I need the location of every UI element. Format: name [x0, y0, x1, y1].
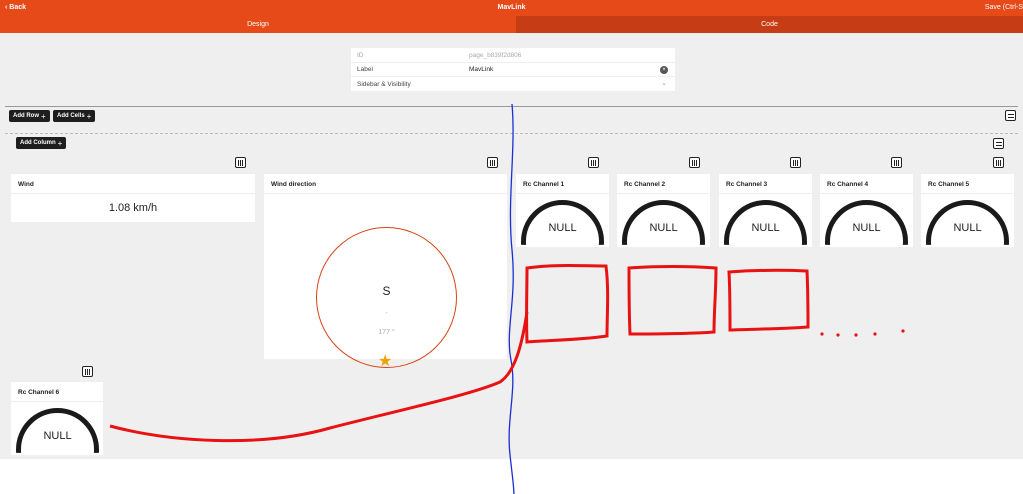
rc-channel-3-widget[interactable]: Rc Channel 3 NULL [719, 174, 812, 247]
direction-degrees: 177 ° [378, 329, 395, 336]
add-cells-label: Add Cells [57, 113, 85, 119]
rows-icon[interactable] [993, 138, 1004, 149]
column-divider [5, 133, 1018, 134]
property-sidebar-row[interactable]: Sidebar & Visibility ⌄ [351, 77, 675, 92]
columns-icon[interactable] [891, 157, 902, 168]
tab-code[interactable]: Code [516, 16, 1023, 33]
add-column-label: Add Column [20, 140, 56, 146]
widget-title: Wind direction [271, 181, 317, 188]
property-label-row: Label MavLink × [351, 63, 675, 78]
rows-icon[interactable] [1005, 110, 1016, 121]
plus-icon: + [41, 111, 46, 121]
columns-icon[interactable] [82, 366, 93, 377]
columns-icon[interactable] [235, 157, 246, 168]
rc-channel-6-widget[interactable]: Rc Channel 6 NULL [11, 382, 103, 455]
columns-icon[interactable] [588, 157, 599, 168]
wind-value: 1.08 km/h [108, 202, 158, 214]
gauge: NULL [825, 200, 908, 245]
widget-divider [617, 193, 710, 194]
chevron-down-icon[interactable]: ⌄ [661, 79, 667, 87]
columns-icon[interactable] [689, 157, 700, 168]
label-label: Label [357, 66, 373, 74]
page-properties-panel: ID page_b839f2d806 Label MavLink × Sideb… [351, 48, 675, 92]
property-id-row: ID page_b839f2d806 [351, 48, 675, 63]
widget-title: Rc Channel 6 [18, 389, 60, 396]
label-field[interactable]: MavLink [469, 66, 493, 73]
gauge-value: NULL [548, 222, 577, 234]
direction-text: S [382, 284, 391, 298]
gauge: NULL [521, 200, 604, 245]
widget-divider [11, 193, 255, 194]
plus-icon: + [57, 138, 63, 148]
rc-channel-5-widget[interactable]: Rc Channel 5 NULL [921, 174, 1014, 247]
gauge-value: NULL [649, 222, 678, 234]
page-title: MavLink [497, 4, 526, 11]
rc-channel-1-widget[interactable]: Rc Channel 1 NULL [516, 174, 609, 247]
plus-icon: + [86, 111, 92, 121]
tab-design[interactable]: Design [0, 16, 516, 33]
widget-title: Rc Channel 3 [726, 181, 768, 188]
columns-icon[interactable] [993, 157, 1004, 168]
gauge-value: NULL [43, 430, 72, 442]
columns-icon[interactable] [790, 157, 801, 168]
rc-channel-2-widget[interactable]: Rc Channel 2 NULL [617, 174, 710, 247]
gauge-value: NULL [852, 222, 881, 234]
gauge: NULL [926, 200, 1009, 245]
widget-title: Wind [18, 181, 34, 188]
widget-title: Rc Channel 1 [523, 181, 565, 188]
id-label: ID [357, 51, 364, 59]
gauge: NULL [16, 408, 99, 453]
widget-divider [820, 193, 913, 194]
clear-icon[interactable]: × [660, 65, 668, 74]
widget-title: Rc Channel 4 [827, 181, 869, 188]
id-value: page_b839f2d806 [469, 51, 522, 59]
top-bar: ‹ Back MavLink Save (Ctrl-S [0, 0, 1023, 16]
gauge-arc [16, 408, 99, 453]
star-icon: ★ [378, 353, 393, 370]
editor-tabs: Design Code [0, 16, 1023, 33]
save-button[interactable]: Save (Ctrl-S [985, 4, 1023, 11]
add-row-label: Add Row [13, 113, 39, 119]
widget-divider [264, 193, 507, 194]
wind-direction-widget[interactable]: Wind direction S - 177 ° ★ [264, 174, 507, 370]
row-divider [5, 106, 1018, 107]
gauge-value: NULL [751, 222, 780, 234]
gauge-value: NULL [953, 222, 982, 234]
widget-title: Rc Channel 2 [624, 181, 666, 188]
widget-divider [719, 193, 812, 194]
direction-dash: - [385, 310, 388, 317]
add-column-button[interactable]: Add Column + [16, 137, 67, 149]
gauge: NULL [622, 200, 705, 245]
widget-title: Rc Channel 5 [928, 181, 970, 188]
gauge: NULL [724, 200, 807, 245]
sidebar-visibility-label: Sidebar & Visibility [357, 80, 411, 88]
compass-dial: S - 177 ° ★ [316, 227, 457, 370]
widget-divider [11, 401, 103, 402]
rc-channel-4-widget[interactable]: Rc Channel 4 NULL [820, 174, 913, 247]
widget-divider [516, 193, 609, 194]
add-cells-button[interactable]: Add Cells + [53, 110, 96, 122]
wind-widget[interactable]: Wind 1.08 km/h [11, 174, 255, 222]
widget-divider [921, 193, 1014, 194]
columns-icon[interactable] [487, 157, 498, 168]
add-row-button[interactable]: Add Row + [9, 110, 50, 122]
